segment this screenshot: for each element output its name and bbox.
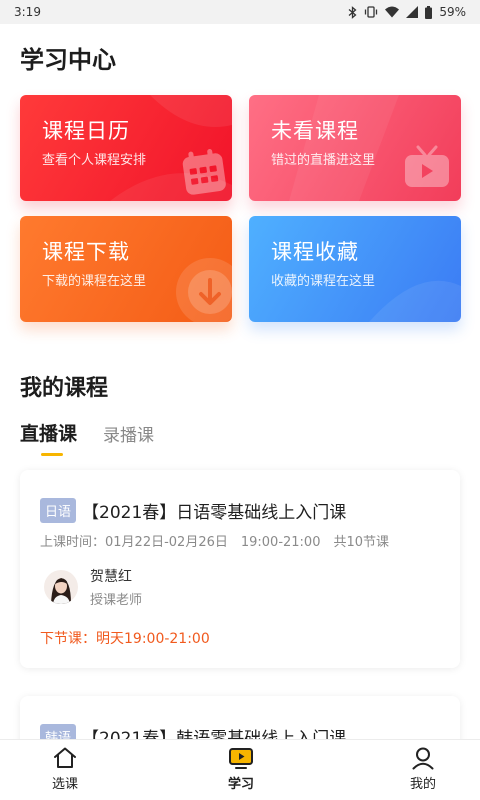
teacher-text: 贺慧红 授课老师 (90, 566, 142, 608)
teacher-role: 授课老师 (90, 593, 143, 608)
course-download-card[interactable]: 课程下载 下载的课程在这里 (20, 216, 232, 322)
tab-recorded[interactable]: 录播课 (103, 421, 154, 448)
nav-label: 我的 (409, 777, 436, 792)
nav-label: 选课 (51, 777, 78, 792)
card-title: 课程下载 (42, 240, 130, 264)
card-subtitle: 错过的直播进这里 (271, 153, 376, 168)
card-title: 课程收藏 (271, 240, 359, 264)
tab-indicator (41, 453, 63, 456)
course-tabs: 直播课 录播课 (20, 421, 154, 448)
page-title: 学习中心 (20, 46, 116, 74)
course-header: 日语 【2021春】日语零基础线上入门课 (40, 498, 346, 523)
card-decoration (369, 280, 461, 322)
unwatched-courses-card[interactable]: 未看课程 错过的直播进这里 (249, 95, 461, 201)
card-subtitle: 查看个人课程安排 (42, 153, 147, 168)
card-title: 课程日历 (42, 119, 130, 143)
card-subtitle: 收藏的课程在这里 (271, 274, 376, 289)
status-time: 3:19 (14, 5, 41, 19)
card-title: 未看课程 (271, 119, 359, 143)
course-name: 【2021春】日语零基础线上入门课 (82, 503, 347, 523)
avatar (44, 570, 78, 604)
card-subtitle: 下载的课程在这里 (42, 274, 147, 289)
wifi-icon (385, 6, 400, 18)
bluetooth-icon (348, 5, 357, 19)
teacher-info: 贺慧红 授课老师 (44, 566, 142, 608)
my-courses-title: 我的课程 (20, 376, 109, 401)
nav-item-study[interactable]: 学习 (206, 746, 276, 792)
course-calendar-card[interactable]: 课程日历 查看个人课程安排 (20, 95, 232, 201)
course-favorites-card[interactable]: 课程收藏 收藏的课程在这里 (249, 216, 461, 322)
status-icons: 59% (348, 5, 466, 19)
home-icon (54, 747, 76, 768)
download-icon (176, 258, 232, 322)
vibrate-icon (365, 6, 378, 18)
nav-item-course-select[interactable]: 选课 (30, 746, 100, 792)
tv-icon (405, 145, 449, 187)
tab-live[interactable]: 直播课 (20, 419, 77, 446)
calendar-icon (182, 149, 226, 195)
battery-icon (425, 5, 433, 19)
nav-item-mine[interactable]: 我的 (388, 746, 458, 792)
nav-label: 学习 (227, 777, 254, 792)
teacher-name: 贺慧红 (90, 569, 132, 585)
battery-level: 59% (439, 5, 466, 19)
signal-icon (406, 6, 419, 18)
teacher-avatar-icon (44, 570, 78, 604)
status-bar: 3:19 59% (0, 0, 480, 24)
video-icon (229, 748, 253, 769)
language-tag: 日语 (40, 498, 77, 523)
course-card[interactable]: 日语 【2021春】日语零基础线上入门课 上课时间：01月22日-02月26日 … (20, 470, 460, 668)
bottom-navigation: 选课 学习 我的 (0, 739, 480, 800)
user-icon (412, 747, 434, 770)
next-lesson: 下节课：明天19:00-21:00 (40, 631, 210, 647)
course-schedule: 上课时间：01月22日-02月26日 19:00-21:00 共10节课 (40, 535, 390, 550)
